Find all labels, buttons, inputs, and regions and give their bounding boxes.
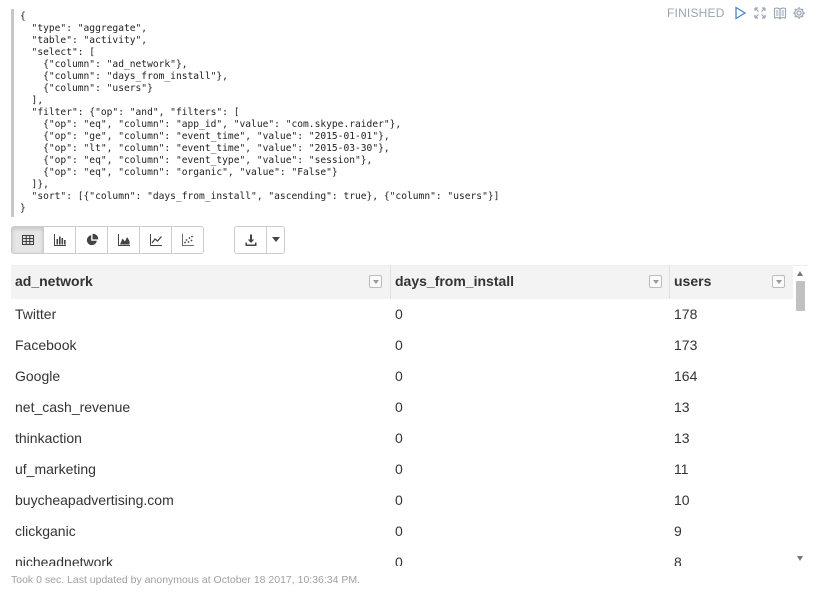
caret-down-icon (271, 237, 280, 242)
expand-icon[interactable] (753, 6, 767, 20)
cell-users: 10 (674, 492, 690, 508)
table-row[interactable]: net_cash_revenue 0 13 (11, 392, 793, 424)
scroll-down-icon[interactable] (797, 556, 803, 561)
table-view-button[interactable] (11, 226, 44, 254)
area-chart-button[interactable] (107, 226, 140, 254)
gear-icon[interactable] (792, 6, 806, 20)
cell-users: 178 (674, 306, 698, 322)
cell-days-from-install: 0 (395, 368, 403, 384)
table-row[interactable]: clickganic 0 9 (11, 516, 793, 548)
grid-header: ad_network days_from_install users (11, 266, 793, 300)
cell-days-from-install: 0 (395, 337, 403, 353)
book-icon[interactable] (773, 6, 787, 20)
code-editor[interactable]: { "type": "aggregate", "table": "activit… (11, 9, 634, 217)
bar-chart-icon (53, 234, 66, 246)
cell-ad-network: Facebook (15, 337, 77, 353)
download-options-dropdown[interactable] (266, 226, 285, 254)
cell-ad-network: Twitter (15, 306, 57, 322)
scatter-chart-button[interactable] (171, 226, 204, 254)
cell-days-from-install: 0 (395, 523, 403, 539)
vertical-scrollbar[interactable] (793, 266, 808, 566)
cell-ad-network: Google (15, 368, 61, 384)
cell-days-from-install: 0 (395, 554, 403, 566)
run-info-footer: Took 0 sec. Last updated by anonymous at… (11, 574, 361, 586)
table-row[interactable]: Twitter 0 178 (11, 299, 793, 331)
cell-users: 11 (674, 461, 689, 477)
cell-ad-network: clickganic (15, 523, 76, 539)
table-icon (21, 234, 34, 246)
cell-days-from-install: 0 (395, 306, 403, 322)
cell-days-from-install: 0 (395, 430, 403, 446)
table-row[interactable]: buycheapadvertising.com 0 10 (11, 485, 793, 517)
cell-days-from-install: 0 (395, 399, 403, 415)
cell-users: 13 (674, 399, 690, 415)
download-button[interactable] (234, 226, 267, 254)
status-label: FINISHED (667, 6, 725, 20)
pie-chart-icon (86, 233, 98, 246)
column-header-ad-network[interactable]: ad_network (11, 266, 391, 299)
line-chart-icon (149, 234, 162, 246)
pie-chart-button[interactable] (75, 226, 108, 254)
table-row[interactable]: thinkaction 0 13 (11, 423, 793, 455)
results-grid: ad_network days_from_install users Twitt… (11, 265, 808, 566)
scroll-up-icon[interactable] (797, 271, 803, 276)
bar-chart-button[interactable] (43, 226, 76, 254)
download-icon (245, 234, 256, 246)
cell-days-from-install: 0 (395, 461, 403, 477)
cell-users: 13 (674, 430, 690, 446)
cell-users: 8 (674, 554, 682, 566)
column-menu-icon[interactable] (772, 275, 785, 288)
table-row[interactable]: Facebook 0 173 (11, 330, 793, 362)
cell-days-from-install: 0 (395, 492, 403, 508)
cell-ad-network: uf_marketing (15, 461, 96, 477)
table-row[interactable]: uf_marketing 0 11 (11, 454, 793, 486)
cell-ad-network: net_cash_revenue (15, 399, 131, 415)
column-menu-icon[interactable] (369, 275, 382, 288)
column-header-days-from-install[interactable]: days_from_install (391, 266, 670, 299)
query-code[interactable]: { "type": "aggregate", "table": "activit… (14, 9, 634, 215)
cell-ad-network: thinkaction (15, 430, 82, 446)
scatter-chart-icon (181, 234, 194, 246)
table-row[interactable]: Google 0 164 (11, 361, 793, 393)
line-chart-button[interactable] (139, 226, 172, 254)
play-icon[interactable] (733, 6, 747, 20)
cell-users: 164 (674, 368, 698, 384)
download-group (234, 226, 285, 254)
notebook-paragraph: FINISHED { "type": "aggregate", "table":… (0, 0, 821, 595)
scroll-thumb[interactable] (796, 281, 805, 311)
table-row[interactable]: nicheadnetwork 0 8 (11, 547, 793, 566)
cell-users: 9 (674, 523, 682, 539)
cell-ad-network: nicheadnetwork (15, 554, 114, 566)
cell-users: 173 (674, 337, 698, 353)
visualization-toolbar (11, 226, 204, 254)
column-menu-icon[interactable] (649, 275, 662, 288)
area-chart-icon (117, 234, 130, 246)
cell-ad-network: buycheapadvertising.com (15, 492, 174, 508)
